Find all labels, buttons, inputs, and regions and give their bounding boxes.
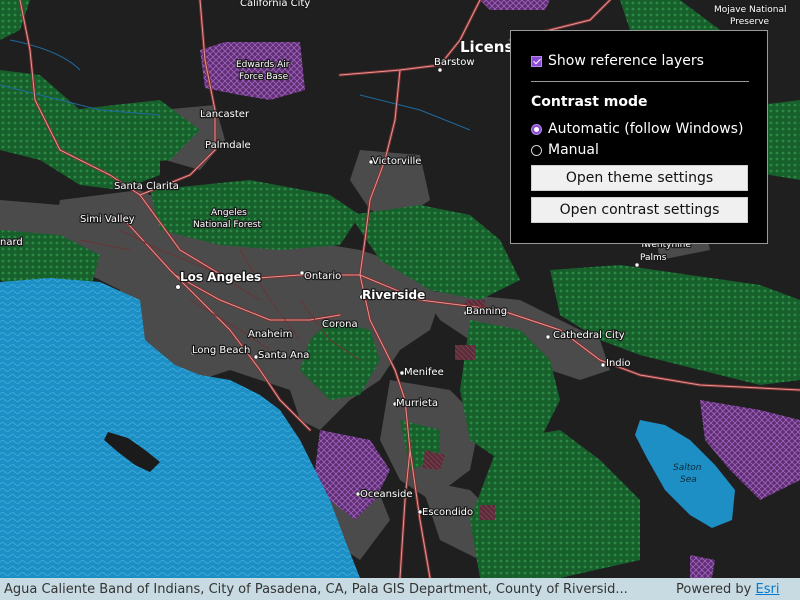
label-menifee: Menifee <box>404 367 444 378</box>
checkbox-checked-icon[interactable] <box>531 55 542 67</box>
label-license: Licens <box>460 38 513 56</box>
label-cathedral-city: Cathedral City <box>553 330 625 341</box>
label-escondido: Escondido <box>422 507 473 518</box>
label-simi-valley: Simi Valley <box>80 214 135 225</box>
label-riverside: Riverside <box>362 288 425 302</box>
show-reference-layers-label: Show reference layers <box>548 53 704 69</box>
label-barstow: Barstow <box>434 57 475 68</box>
radio-unselected-icon[interactable] <box>531 144 542 156</box>
esri-link[interactable]: Esri <box>755 582 779 597</box>
radio-automatic-label: Automatic (follow Windows) <box>548 121 744 137</box>
label-oceanside: Oceanside <box>360 489 412 500</box>
radio-manual[interactable]: Manual <box>531 142 599 158</box>
label-california-city: California City <box>240 0 310 9</box>
open-theme-settings-button[interactable]: Open theme settings <box>531 165 748 191</box>
label-ontario: Ontario <box>304 271 341 282</box>
contrast-mode-heading: Contrast mode <box>531 94 648 110</box>
label-nard: nard <box>0 237 23 248</box>
panel-divider <box>531 81 749 82</box>
attribution-bar: Agua Caliente Band of Indians, City of P… <box>0 578 800 600</box>
powered-by-label: Powered by <box>676 581 756 597</box>
label-banning: Banning <box>466 306 507 317</box>
label-santa-clarita: Santa Clarita <box>114 181 179 192</box>
show-reference-layers-checkbox[interactable]: Show reference layers <box>531 53 704 69</box>
label-victorville: Victorville <box>372 156 421 167</box>
open-contrast-settings-button[interactable]: Open contrast settings <box>531 197 748 223</box>
label-murrieta: Murrieta <box>396 398 438 409</box>
label-lancaster: Lancaster <box>200 109 250 120</box>
powered-by: Powered by Esri <box>676 582 779 597</box>
label-los-angeles: Los Angeles <box>180 270 261 284</box>
label-corona: Corona <box>322 319 358 330</box>
label-indio: Indio <box>606 358 631 369</box>
radio-automatic[interactable]: Automatic (follow Windows) <box>531 121 743 137</box>
settings-panel: Show reference layers Contrast mode Auto… <box>510 30 768 244</box>
radio-manual-label: Manual <box>548 142 599 158</box>
label-long-beach: Long Beach <box>192 345 250 356</box>
label-santa-ana: Santa Ana <box>258 350 309 361</box>
label-anaheim: Anaheim <box>248 329 292 340</box>
radio-selected-icon[interactable] <box>531 123 542 135</box>
label-palmdale: Palmdale <box>205 140 251 151</box>
attribution-sources[interactable]: Agua Caliente Band of Indians, City of P… <box>0 582 670 597</box>
